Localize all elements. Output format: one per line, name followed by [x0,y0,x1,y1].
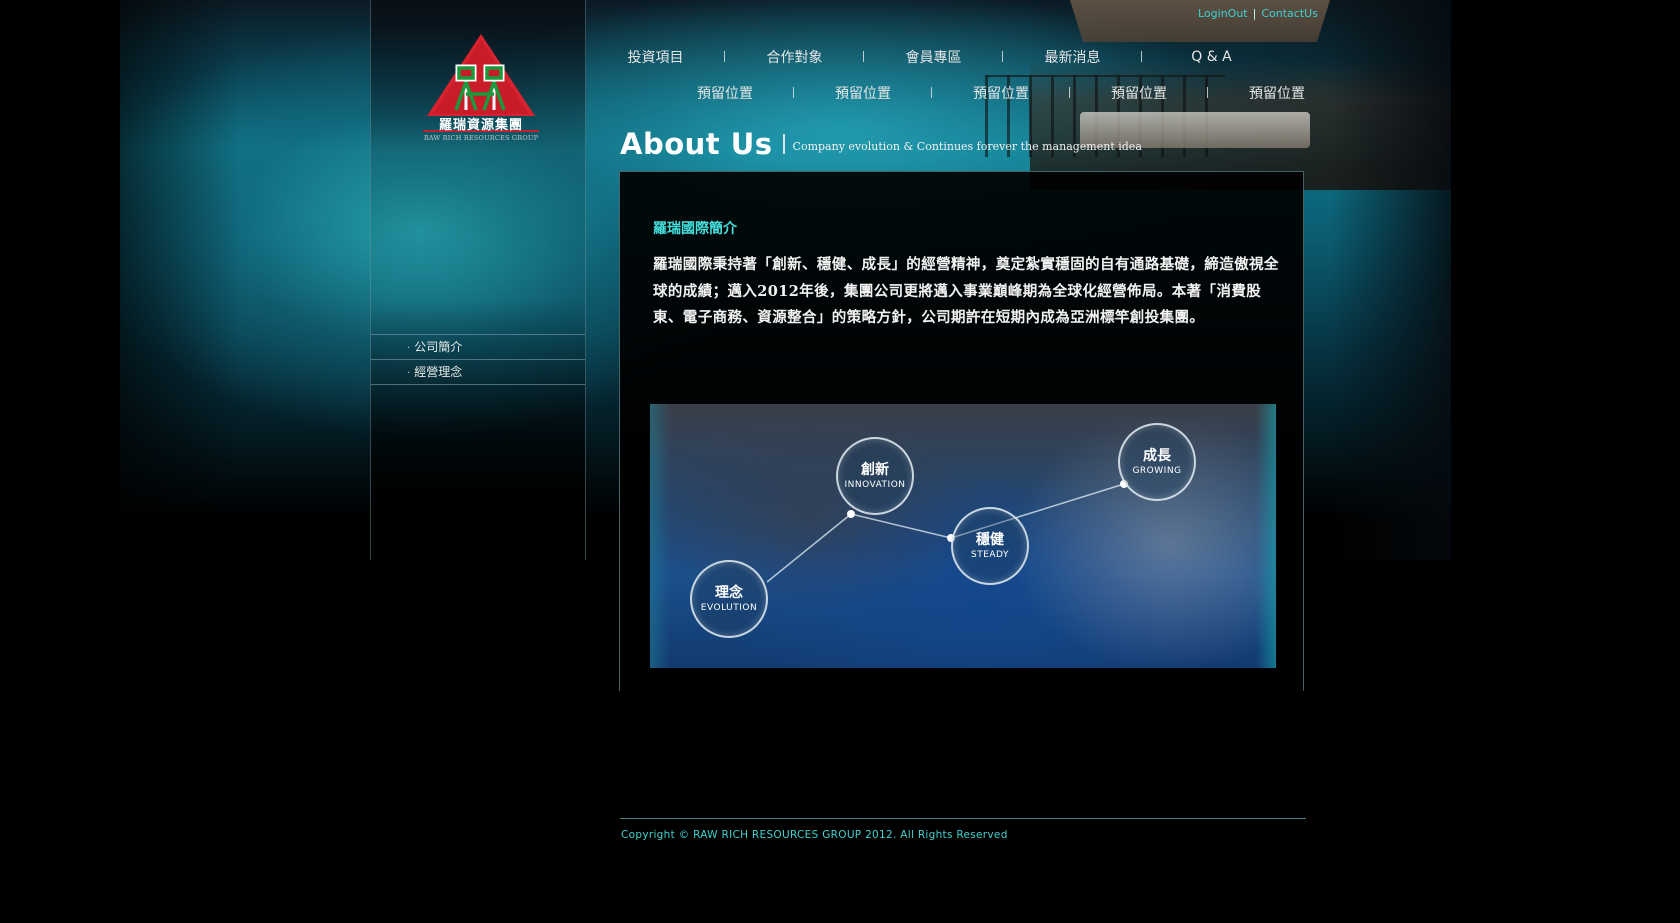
copyright-text: Copyright © RAW RICH RESOURCES GROUP 201… [621,829,1008,841]
nav-label: 預留位置 [835,86,891,102]
background-fade-right [1330,0,1451,560]
node-label-en: STEADY [971,550,1009,560]
nav-item-reserved-2[interactable]: 預留位置 [794,83,932,103]
nav-item-reserved-1[interactable]: 預留位置 [656,83,794,103]
node-label-cn: 理念 [715,585,743,601]
nav-label: 投資項目 [627,50,684,66]
page-title: About Us [620,127,773,161]
company-logo[interactable]: 羅瑞資源集團 RAW RICH RESOURCES GROUP [419,30,543,150]
nav-item-reserved-5[interactable]: 預留位置 [1208,83,1346,103]
nav-label: 預留位置 [1111,86,1167,102]
nav-label: 會員專區 [905,50,962,66]
bullet-icon: · [407,368,411,379]
node-innovation: 創新 INNOVATION [836,437,914,515]
nav-item-partners[interactable]: 合作對象 [725,47,864,67]
node-steady: 穩健 STEADY [951,507,1029,585]
nav-label: 合作對象 [766,50,823,66]
sidebar-item-label: 公司簡介 [414,340,463,354]
section-heading: 羅瑞國際簡介 [653,221,737,237]
nav-item-investment[interactable]: 投資項目 [586,47,725,67]
title-divider [782,134,785,154]
nav-item-members[interactable]: 會員專區 [864,47,1003,67]
sidebar-menu: · 公司簡介 · 經營理念 [371,334,585,385]
node-label-cn: 成長 [1143,448,1171,464]
nav-label: 預留位置 [697,86,753,102]
bullet-icon: · [407,343,411,354]
logo-subtitle: RAW RICH RESOURCES GROUP [423,134,539,142]
node-label-cn: 穩健 [976,532,1004,548]
node-label-en: INNOVATION [844,480,906,490]
sidebar: 羅瑞資源集團 RAW RICH RESOURCES GROUP · 公司簡介 · 經… [370,0,586,560]
nav-item-qa[interactable]: Q & A [1142,49,1281,65]
node-label-en: GROWING [1132,466,1182,476]
nav-item-reserved-4[interactable]: 預留位置 [1070,83,1208,103]
sidebar-item-business-philosophy[interactable]: · 經營理念 [371,360,585,385]
growth-visual-image: 理念 EVOLUTION 創新 INNOVATION 穩健 STEADY 成長 … [650,404,1276,668]
nav-label: 預留位置 [1249,86,1305,102]
footer-divider [620,818,1306,819]
top-links-separator: | [1252,7,1257,20]
background-fade [120,0,240,560]
nav-label: Q & A [1191,49,1232,65]
main-nav: 投資項目 合作對象 會員專區 最新消息 Q & A [586,47,1281,67]
top-links: LoginOut | ContactUs [1198,7,1318,20]
node-label-cn: 創新 [861,462,889,478]
intro-paragraph: 羅瑞國際秉持著「創新、穩健、成長」的經營精神，奠定紮實穩固的自有通路基礎，締造傲… [653,256,1279,326]
node-growing: 成長 GROWING [1118,423,1196,501]
sidebar-item-company-profile[interactable]: · 公司簡介 [371,335,585,360]
contact-us-link[interactable]: ContactUs [1261,7,1318,20]
login-out-link[interactable]: LoginOut [1198,7,1248,20]
logo-title: 羅瑞資源集團 [438,118,523,133]
sidebar-item-label: 經營理念 [414,365,463,379]
node-evolution: 理念 EVOLUTION [690,560,768,638]
nav-item-news[interactable]: 最新消息 [1003,47,1142,67]
page-subtitle: Company evolution & Continues forever th… [792,140,1142,153]
nav-label: 預留位置 [973,86,1029,102]
about-heading: About Us Company evolution & Continues f… [620,128,1142,160]
sub-nav: 預留位置 預留位置 預留位置 預留位置 預留位置 [656,83,1346,103]
node-label-en: EVOLUTION [700,603,758,613]
nav-label: 最新消息 [1044,50,1101,66]
nav-item-reserved-3[interactable]: 預留位置 [932,83,1070,103]
